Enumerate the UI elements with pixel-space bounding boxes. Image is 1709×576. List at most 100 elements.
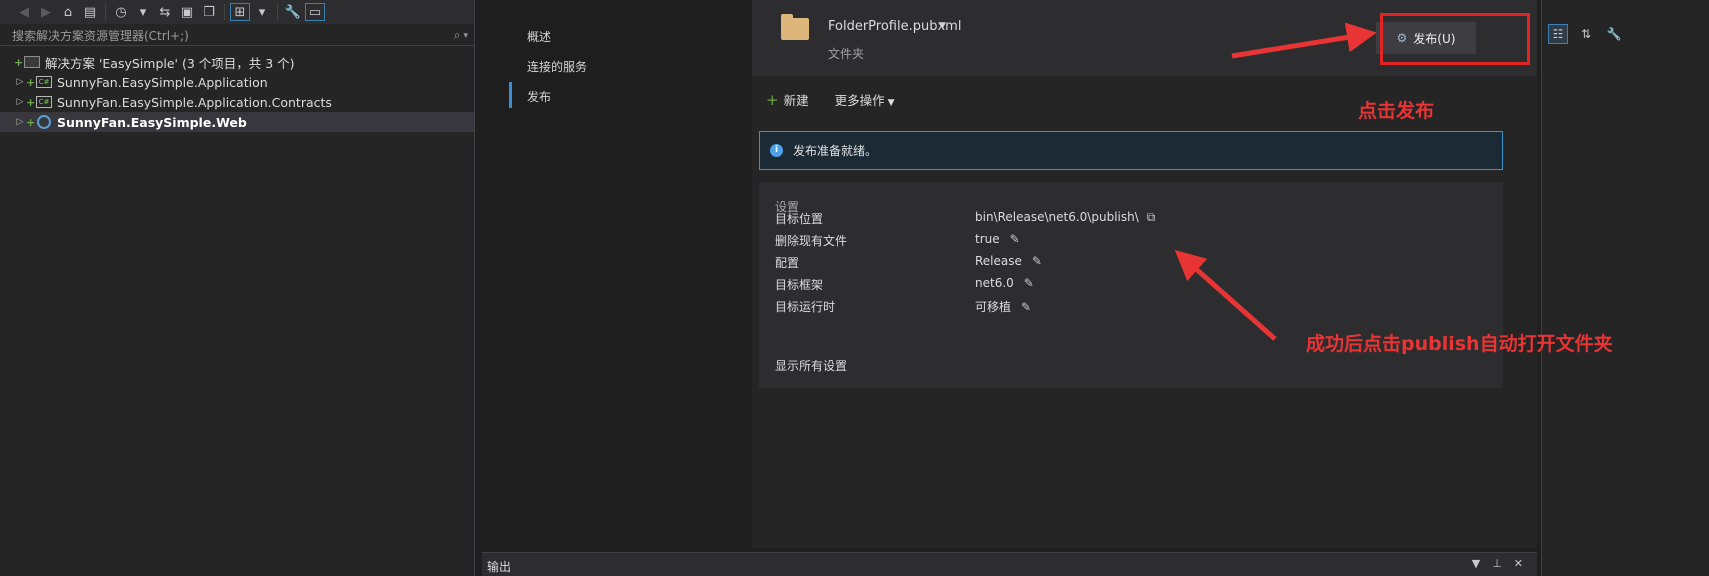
- csharp-project-icon: C#: [36, 76, 52, 88]
- project-node[interactable]: ▷ + C# SunnyFan.EasySimple.Application.C…: [0, 92, 474, 112]
- project-node[interactable]: ▷ + C# SunnyFan.EasySimple.Application: [0, 72, 474, 92]
- setting-value-text: true: [975, 232, 1000, 246]
- edit-pencil-icon[interactable]: ✎: [1010, 232, 1020, 246]
- setting-key: 目标框架: [775, 278, 824, 292]
- new-button[interactable]: + 新建: [766, 90, 809, 109]
- settings-row: 目标框架 net6.0 ✎: [775, 276, 1475, 296]
- chevron-down-icon[interactable]: ▾: [133, 3, 153, 21]
- solution-explorer-panel: ◀ ▶ ⌂ ▤ ◷ ▾ ⇆ ▣ ❐ ⊞ ▾ 🔧 ▭ 搜索解决方案资源管理器(Ct…: [0, 0, 475, 576]
- publish-nav: 概述 连接的服务 发布: [482, 0, 752, 548]
- properties-toolbar: ☷ ⇅ 🔧: [1548, 24, 1624, 44]
- nav-selected-indicator: [509, 82, 512, 108]
- properties-panel: ☷ ⇅ 🔧: [1541, 0, 1709, 576]
- chevron-down-icon[interactable]: ▼: [1472, 557, 1480, 570]
- setting-key: 目标运行时: [775, 300, 836, 314]
- pending-changes-icon[interactable]: ◷: [111, 3, 131, 21]
- settings-card: 设置 目标位置 bin\Release\net6.0\publish\ ⧉ 删除现…: [759, 182, 1503, 388]
- profile-type: 文件夹: [828, 47, 865, 61]
- new-button-label: 新建: [783, 93, 809, 108]
- plus-icon: +: [766, 91, 779, 109]
- solution-tree: + 解决方案 'EasySimple' (3 个项目，共 3 个) ▷ + C#…: [0, 48, 474, 132]
- forward-icon[interactable]: ▶: [36, 3, 56, 21]
- output-title: 输出: [487, 560, 512, 574]
- expand-arrow-icon[interactable]: ▷: [14, 97, 26, 107]
- info-icon: i: [770, 144, 783, 157]
- setting-key: 配置: [775, 256, 800, 270]
- actions-bar: + 新建 更多操作 ▼: [766, 90, 895, 109]
- solution-explorer-toolbar: ◀ ▶ ⌂ ▤ ◷ ▾ ⇆ ▣ ❐ ⊞ ▾ 🔧 ▭: [0, 0, 474, 24]
- edit-pencil-icon[interactable]: ✎: [1032, 254, 1042, 268]
- chevron-down-icon: ▼: [887, 98, 895, 108]
- info-message: 发布准备就绪。: [793, 144, 878, 158]
- chevron-down-icon[interactable]: ▾: [252, 3, 272, 21]
- solution-label: 解决方案 'EasySimple' (3 个项目，共 3 个): [45, 55, 295, 71]
- annotation-highlight-box: [1380, 13, 1530, 65]
- project-label: SunnyFan.EasySimple.Application: [57, 74, 268, 90]
- output-controls: ▼ ⊥ ✕: [1472, 557, 1523, 570]
- sync-icon[interactable]: ⇆: [155, 3, 175, 21]
- setting-value-text: net6.0: [975, 276, 1014, 290]
- solution-search-box[interactable]: 搜索解决方案资源管理器(Ctrl+;) ⌕ ▾: [0, 26, 474, 46]
- source-control-added-icon: +: [26, 75, 36, 89]
- setting-value: Release ✎: [975, 254, 1042, 268]
- setting-value: 可移植 ✎: [975, 298, 1031, 315]
- home-icon[interactable]: ⌂: [58, 3, 78, 21]
- expand-arrow-icon[interactable]: ▷: [14, 117, 26, 127]
- project-label: SunnyFan.EasySimple.Application.Contract…: [57, 94, 332, 110]
- pin-icon[interactable]: ⊥: [1492, 557, 1502, 570]
- setting-key: 删除现有文件: [775, 234, 848, 248]
- annotation-after-success: 成功后点击publish自动打开文件夹: [1306, 333, 1613, 355]
- publish-main: FolderProfile.pubxml ▼ 文件夹 ⚙ 发布(U) + 新建 更…: [752, 0, 1537, 548]
- more-actions-label: 更多操作: [834, 93, 885, 108]
- setting-value-text: 可移植: [975, 300, 1012, 314]
- chevron-down-icon[interactable]: ▾: [463, 31, 468, 41]
- track-active-item-icon[interactable]: ⊞: [230, 3, 250, 21]
- csharp-project-icon: C#: [36, 96, 52, 108]
- nav-item-connected-services[interactable]: 连接的服务: [527, 58, 587, 75]
- project-node-selected[interactable]: ▷ + SunnyFan.EasySimple.Web: [0, 112, 474, 132]
- back-icon[interactable]: ◀: [14, 3, 34, 21]
- settings-row: 配置 Release ✎: [775, 254, 1475, 274]
- settings-row: 目标运行时 可移植 ✎: [775, 298, 1475, 318]
- copy-icon[interactable]: ⧉: [1147, 210, 1156, 224]
- search-icon[interactable]: ⌕: [454, 28, 461, 43]
- solution-icon: [24, 56, 40, 68]
- setting-value-target-location: bin\Release\net6.0\publish\ ⧉: [975, 210, 1155, 225]
- target-location-link[interactable]: bin\Release\net6.0\publish\: [975, 210, 1139, 224]
- show-all-settings-link[interactable]: 显示所有设置: [775, 357, 847, 374]
- folder-icon: [781, 14, 809, 40]
- alphabetical-sort-icon[interactable]: ⇅: [1576, 24, 1596, 44]
- info-bar: i 发布准备就绪。: [759, 131, 1503, 170]
- project-label: SunnyFan.EasySimple.Web: [57, 114, 247, 130]
- collapse-all-icon[interactable]: ▣: [177, 3, 197, 21]
- nav-item-publish[interactable]: 发布: [527, 88, 551, 105]
- setting-value-text: Release: [975, 254, 1022, 268]
- setting-key: 目标位置: [775, 212, 824, 226]
- source-control-added-icon: +: [26, 115, 36, 129]
- annotation-click-publish: 点击发布: [1358, 100, 1435, 122]
- settings-row: 目标位置 bin\Release\net6.0\publish\ ⧉: [775, 210, 1475, 230]
- switch-views-icon[interactable]: ▤: [80, 3, 100, 21]
- setting-value: true ✎: [975, 232, 1020, 246]
- close-icon[interactable]: ✕: [1514, 557, 1523, 570]
- toolbar-divider: [277, 4, 278, 20]
- property-pages-wrench-icon[interactable]: 🔧: [1604, 24, 1624, 44]
- toolbar-divider: [224, 4, 225, 20]
- categorized-icon[interactable]: ☷: [1548, 24, 1568, 44]
- settings-row: 删除现有文件 true ✎: [775, 232, 1475, 252]
- more-actions-button[interactable]: 更多操作 ▼: [835, 90, 895, 109]
- source-control-added-icon: +: [14, 55, 24, 69]
- show-all-files-icon[interactable]: ❐: [199, 3, 219, 21]
- properties-wrench-icon[interactable]: 🔧: [283, 3, 303, 21]
- edit-pencil-icon[interactable]: ✎: [1024, 276, 1034, 290]
- chevron-down-icon[interactable]: ▼: [939, 21, 946, 31]
- preview-selected-items-icon[interactable]: ▭: [305, 3, 325, 21]
- edit-pencil-icon[interactable]: ✎: [1021, 300, 1031, 314]
- output-panel: 输出 ▼ ⊥ ✕: [482, 552, 1537, 576]
- expand-arrow-icon[interactable]: ▷: [14, 77, 26, 87]
- nav-item-overview[interactable]: 概述: [527, 28, 551, 45]
- publish-page: 概述 连接的服务 发布 FolderProfile.pubxml ▼ 文件夹 ⚙…: [482, 0, 1537, 548]
- web-project-icon: [37, 115, 51, 129]
- solution-node[interactable]: + 解决方案 'EasySimple' (3 个项目，共 3 个): [0, 52, 474, 72]
- search-placeholder: 搜索解决方案资源管理器(Ctrl+;): [12, 29, 189, 43]
